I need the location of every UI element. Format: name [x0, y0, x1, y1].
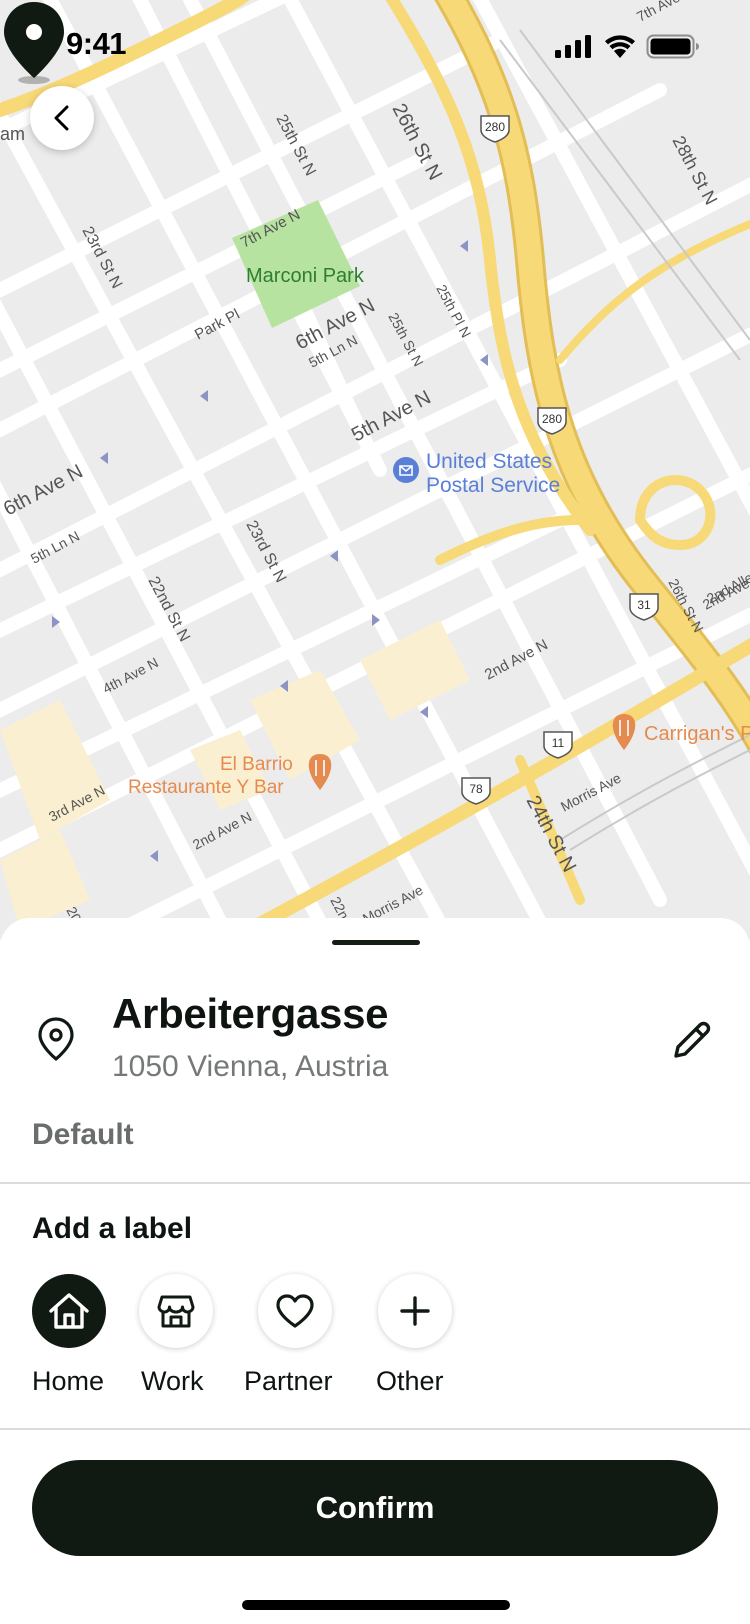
- work-label-text: Work: [141, 1366, 204, 1396]
- map-canvas[interactable]: 280 280 31 11 78 26th St N 25th St N 7th…: [0, 0, 750, 940]
- home-icon: [49, 1293, 89, 1329]
- poi-usps-line1: United States: [426, 450, 552, 473]
- poi-elbarrio-line1: El Barrio: [220, 754, 293, 775]
- plus-icon: [400, 1296, 430, 1326]
- label-option-other[interactable]: Other: [376, 1274, 478, 1404]
- label-option-home[interactable]: Home: [32, 1274, 132, 1404]
- sheet-grabber[interactable]: [332, 940, 420, 945]
- divider: [0, 1428, 750, 1430]
- home-label-text: Home: [32, 1366, 105, 1396]
- default-label: Default: [32, 1118, 134, 1151]
- store-icon: [157, 1295, 195, 1328]
- shield-280-b: 280: [542, 412, 562, 426]
- map-pin-icon: [38, 1017, 74, 1061]
- address-title: Arbeitergasse: [112, 990, 389, 1037]
- other-label-button[interactable]: [378, 1274, 452, 1348]
- street-label: 6th Ave N: [0, 460, 87, 520]
- shield-78: 78: [469, 782, 483, 796]
- back-button[interactable]: [30, 86, 94, 150]
- home-label-button[interactable]: [32, 1274, 106, 1348]
- chevron-left-icon: [54, 105, 69, 131]
- work-label-button[interactable]: [139, 1274, 213, 1348]
- shield-31: 31: [637, 598, 651, 612]
- pencil-icon[interactable]: [668, 1016, 716, 1064]
- poi-usps-line2: Postal Service: [426, 474, 560, 497]
- poi-carrigans: Carrigan's P: [644, 723, 750, 745]
- home-indicator[interactable]: [242, 1600, 510, 1610]
- cellular-signal-icon: [555, 35, 591, 58]
- park-label: Marconi Park: [246, 265, 365, 287]
- label-option-partner[interactable]: Partner: [244, 1274, 344, 1404]
- shield-280-a: 280: [485, 120, 505, 134]
- divider: [0, 1182, 750, 1184]
- street-label: 5th Ln N: [28, 528, 82, 567]
- commercial-blocks: [0, 620, 470, 930]
- partner-label-text: Partner: [244, 1366, 333, 1396]
- address-subtitle: 1050 Vienna, Austria: [112, 1050, 389, 1083]
- street-label: 2nd Ave N: [190, 808, 254, 852]
- status-time: 9:41: [66, 26, 127, 61]
- status-bar: 9:41: [0, 0, 750, 92]
- add-label-heading: Add a label: [32, 1212, 193, 1245]
- other-label-text: Other: [376, 1366, 444, 1396]
- map-view[interactable]: 280 280 31 11 78 26th St N 25th St N 7th…: [0, 0, 750, 940]
- heart-icon: [276, 1294, 314, 1328]
- shield-11: 11: [552, 736, 565, 750]
- partner-label-button[interactable]: [258, 1274, 332, 1348]
- status-icons: [555, 34, 699, 59]
- confirm-button[interactable]: Confirm: [32, 1460, 718, 1556]
- street-label: am: [0, 124, 25, 144]
- street-label: 28th St N: [668, 132, 721, 208]
- battery-icon: [646, 34, 699, 59]
- bottom-sheet: Arbeitergasse 1050 Vienna, Austria Defau…: [0, 918, 750, 1624]
- poi-elbarrio-line2: Restaurante Y Bar: [128, 777, 284, 798]
- street-network: [0, 0, 750, 940]
- usps-poi[interactable]: United States Postal Service: [393, 450, 560, 497]
- wifi-icon: [605, 35, 635, 58]
- label-option-work[interactable]: Work: [139, 1274, 239, 1404]
